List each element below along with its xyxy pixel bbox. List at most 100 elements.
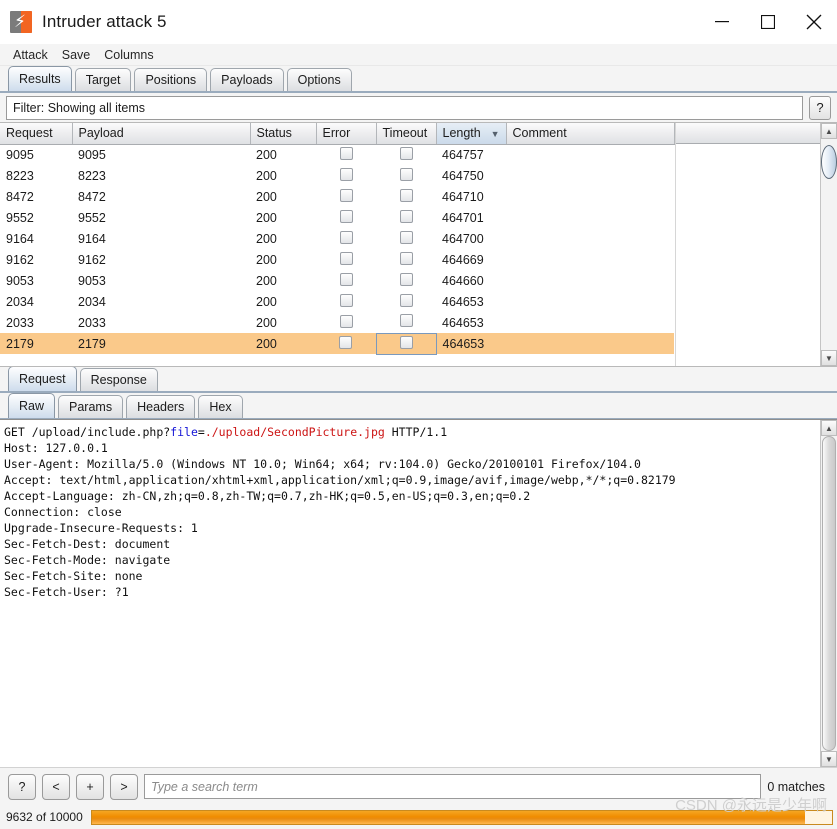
checkbox-icon[interactable] [399,188,413,202]
table-row[interactable]: 9095 9095 200 464757 [0,144,674,165]
search-add-button[interactable]: + [76,773,104,800]
table-row[interactable]: 8223 8223 200 464750 [0,165,674,186]
results-table-area: Request Payload Status Error Timeout Len… [0,123,675,366]
table-row[interactable]: 9164 9164 200 464700 [0,228,674,249]
tab-raw[interactable]: Raw [8,393,56,418]
tab-payloads[interactable]: Payloads [210,68,284,91]
cell-timeout-checkbox[interactable] [376,165,436,186]
cell-timeout-checkbox[interactable] [376,249,436,270]
menu-item-columns[interactable]: Columns [97,44,160,66]
results-scroll-track[interactable] [821,139,837,350]
table-row[interactable]: 2033 2033 200 464653 [0,312,674,333]
cell-error-checkbox[interactable] [316,165,376,186]
request-scroll-thumb[interactable] [822,436,836,751]
tab-options[interactable]: Options [286,68,352,91]
results-scroll-thumb[interactable] [821,145,837,179]
table-row[interactable]: 8472 8472 200 464710 [0,186,674,207]
menu-item-attack[interactable]: Attack [6,44,55,66]
checkbox-icon[interactable] [339,146,353,160]
checkbox-icon[interactable] [339,230,353,244]
scroll-down-icon[interactable]: ▼ [821,350,837,366]
checkbox-icon[interactable] [339,251,353,265]
request-vertical-scrollbar[interactable]: ▲ ▼ [820,420,837,767]
cell-timeout-checkbox[interactable] [376,228,436,249]
results-vertical-scrollbar[interactable]: ▲ ▼ [820,123,837,366]
tab-params[interactable]: Params [58,395,124,418]
checkbox-icon[interactable] [399,272,413,286]
request-raw-text[interactable]: GET /upload/include.php?file=./upload/Se… [0,420,820,767]
cell-status: 200 [256,210,277,225]
minimize-icon[interactable] [699,0,745,44]
tab-request[interactable]: Request [8,366,77,391]
checkbox-icon[interactable] [339,209,353,223]
cell-timeout-checkbox[interactable] [375,332,437,355]
search-next-button[interactable]: > [110,773,138,800]
cell-error-checkbox[interactable] [316,207,376,228]
column-header-comment[interactable]: Comment [506,123,675,145]
tab-response[interactable]: Response [79,368,158,391]
checkbox-icon[interactable] [399,251,413,265]
results-table: Request Payload Status Error Timeout Len… [0,123,675,355]
cell-status: 200 [256,231,277,246]
request-scroll-up-icon[interactable]: ▲ [821,420,837,436]
filter-help-icon[interactable]: ? [809,95,831,120]
checkbox-icon[interactable] [399,314,413,328]
table-row[interactable]: 9552 9552 200 464701 [0,207,674,228]
table-row[interactable]: 9162 9162 200 464669 [0,249,674,270]
scroll-up-icon[interactable]: ▲ [821,123,837,139]
checkbox-icon[interactable] [399,146,413,160]
attack-progress-fill [91,810,805,824]
close-icon[interactable] [791,0,837,44]
cell-timeout-checkbox[interactable] [376,312,436,333]
cell-timeout-checkbox[interactable] [376,291,436,312]
cell-timeout-checkbox[interactable] [376,144,436,165]
checkbox-icon[interactable] [399,335,413,349]
checkbox-icon[interactable] [399,167,413,181]
cell-error-checkbox[interactable] [316,333,376,354]
checkbox-icon[interactable] [399,209,413,223]
tab-headers[interactable]: Headers [126,395,196,418]
column-header-request[interactable]: Request [0,123,73,145]
checkbox-icon[interactable] [339,188,353,202]
column-header-status[interactable]: Status [250,123,317,145]
column-header-error[interactable]: Error [316,123,377,145]
column-header-timeout[interactable]: Timeout [376,123,437,145]
checkbox-icon[interactable] [339,314,353,328]
tab-hex[interactable]: Hex [198,395,243,418]
table-row[interactable]: 2179 2179 200 464653 [0,332,674,355]
request-scroll-track[interactable] [821,436,837,751]
checkbox-icon[interactable] [339,293,353,307]
cell-error-checkbox[interactable] [316,186,376,207]
search-prev-button[interactable]: < [42,773,70,800]
column-header-length[interactable]: Length ▼ [436,123,507,145]
table-row[interactable]: 2034 2034 200 464653 [0,291,674,312]
cell-error-checkbox[interactable] [316,270,376,291]
filter-field[interactable]: Filter: Showing all items [6,95,803,120]
cell-timeout-checkbox[interactable] [376,207,436,228]
checkbox-icon[interactable] [399,293,413,307]
column-header-payload[interactable]: Payload [72,123,251,145]
search-input[interactable]: Type a search term [144,774,762,799]
checkbox-icon[interactable] [339,335,353,349]
checkbox-icon[interactable] [339,272,353,286]
checkbox-icon[interactable] [399,230,413,244]
cell-error-checkbox[interactable] [316,312,376,333]
cell-error-checkbox[interactable] [316,249,376,270]
menu-item-save[interactable]: Save [55,44,98,66]
checkbox-icon[interactable] [339,167,353,181]
cell-error-checkbox[interactable] [316,291,376,312]
status-bar: 9632 of 10000 CSDN @永远是少年啊 [0,797,837,829]
cell-timeout-checkbox[interactable] [376,186,436,207]
cell-length: 464700 [442,231,484,246]
maximize-icon[interactable] [745,0,791,44]
cell-timeout-checkbox[interactable] [376,270,436,291]
tab-results[interactable]: Results [8,66,72,91]
search-help-icon[interactable]: ? [8,773,36,800]
cell-error-checkbox[interactable] [316,144,376,165]
tab-positions[interactable]: Positions [134,68,208,91]
request-scroll-down-icon[interactable]: ▼ [821,751,837,767]
results-table-right-filler [675,123,820,366]
cell-error-checkbox[interactable] [316,228,376,249]
table-row[interactable]: 9053 9053 200 464660 [0,270,674,291]
tab-target[interactable]: Target [74,68,132,91]
